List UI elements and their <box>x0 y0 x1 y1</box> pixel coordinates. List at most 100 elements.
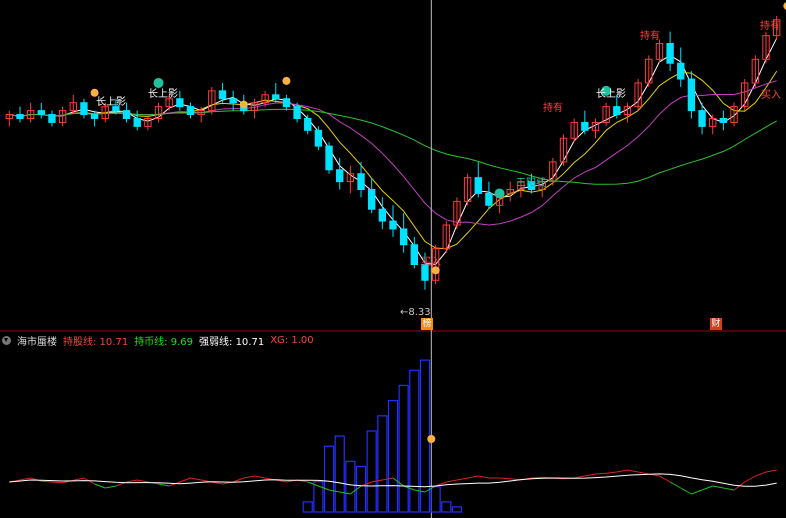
dropdown-icon[interactable] <box>2 335 11 345</box>
indicator-marker-icon <box>427 435 436 443</box>
candle-body <box>80 102 88 116</box>
annotation-buy-1: 买入 <box>421 257 441 268</box>
oscillator-segment <box>606 471 617 474</box>
oscillator-segment <box>137 479 148 483</box>
candle-body <box>399 228 408 246</box>
candle-body <box>122 110 131 119</box>
volume-bar <box>334 435 345 513</box>
oscillator-segment <box>659 475 671 483</box>
candle-body <box>16 114 24 119</box>
candle-body <box>367 189 376 210</box>
annotation-hold-2: 持有 <box>640 31 660 42</box>
candle-body <box>677 62 685 80</box>
volume-bar <box>441 501 452 513</box>
annotation-long-upper-shadow-2: 长上影 <box>148 89 178 100</box>
candle-body <box>698 110 706 127</box>
candle-body <box>90 114 99 119</box>
xg-value: XG: 1.00 <box>270 334 314 346</box>
candle-body <box>336 169 344 183</box>
candle-body <box>48 114 56 123</box>
oscillator-segment <box>584 473 596 477</box>
volume-bar <box>366 430 377 513</box>
oscillator-segment <box>712 485 724 489</box>
volume-bar <box>323 445 335 513</box>
candle-body <box>410 244 419 265</box>
annotation-long-upper-shadow-1: 长上影 <box>96 97 126 108</box>
oscillator-segment <box>616 469 628 473</box>
candle-body <box>37 110 45 116</box>
event-tag-1[interactable]: 榜 <box>421 318 433 330</box>
candle-body <box>229 98 237 104</box>
volume-bar <box>345 460 356 513</box>
oscillator-segment <box>339 491 351 495</box>
oscillator-segment <box>73 477 85 481</box>
candle-body <box>687 78 696 112</box>
oscillator-segment <box>382 477 394 481</box>
volume-bar <box>302 501 313 513</box>
oscillator-segment <box>158 483 170 487</box>
oscillator-segment <box>190 477 202 481</box>
candle-body <box>133 117 141 127</box>
event-tag-2[interactable]: 财 <box>710 318 722 330</box>
low-price-label: ←8.33 <box>400 307 431 318</box>
check-circle-icon <box>494 188 505 199</box>
oscillator-segment <box>595 472 607 475</box>
candle-body <box>325 145 333 171</box>
oscillator-segment <box>126 479 138 483</box>
volume-bar <box>398 384 409 513</box>
oscillator-segment <box>456 477 468 481</box>
candle-body <box>304 117 312 131</box>
chart-canvas <box>0 0 786 518</box>
oscillator-segment <box>414 489 426 493</box>
volume-bar <box>430 486 441 513</box>
oscillator-segment <box>371 479 383 483</box>
hold-stock-value: 持股线: 10.71 <box>63 336 129 348</box>
signal-badge-icon <box>282 76 291 85</box>
oscillator-segment <box>94 483 106 489</box>
oscillator-segment <box>243 475 255 479</box>
oscillator-segment <box>328 489 340 493</box>
annotation-three-yang: 三阳线 <box>516 178 546 189</box>
oscillator-segment <box>638 471 649 475</box>
oscillator-segment <box>350 485 362 495</box>
oscillator-segment <box>765 469 777 473</box>
oscillator-segment <box>392 477 404 487</box>
oscillator-segment <box>701 485 713 491</box>
oscillator-segment <box>499 477 511 480</box>
candle-body <box>474 177 482 194</box>
candle-body <box>378 208 387 222</box>
indicator-name[interactable]: 海市蜃楼 <box>17 333 57 348</box>
candle-body <box>485 192 493 206</box>
candle-body <box>293 106 301 119</box>
stock-chart-window: 海市蜃楼 持股线: 10.71 持币线: 9.69 强弱线: 10.71 XG:… <box>0 0 786 518</box>
oscillator-segment <box>51 481 63 484</box>
candle-body <box>719 117 728 123</box>
annotation-buy-2: 买入 <box>761 90 781 101</box>
oscillator-segment <box>105 485 116 489</box>
oscillator-baseline <box>9 473 777 488</box>
annotation-long-upper-shadow-3: 长上影 <box>596 89 626 100</box>
oscillator-segment <box>467 475 479 479</box>
hold-cash-value: 持币线: 9.69 <box>134 336 194 348</box>
volume-bar <box>419 359 431 513</box>
candle-body <box>314 129 323 147</box>
volume-bar <box>377 415 388 513</box>
ma-trend-line <box>9 108 777 185</box>
oscillator-segment <box>254 475 266 479</box>
oscillator-segment <box>478 475 490 479</box>
candle-body <box>613 106 621 116</box>
candle-body <box>666 43 674 64</box>
oscillator-segment <box>627 469 639 473</box>
signal-badge-icon <box>239 100 248 109</box>
oscillator-segment <box>680 487 692 495</box>
candle-body <box>282 98 291 108</box>
volume-bar <box>387 400 399 513</box>
oscillator-segment <box>755 471 767 477</box>
candle-body <box>218 90 227 100</box>
candle-body <box>581 121 589 131</box>
candle-body <box>272 94 280 100</box>
candle-body <box>186 106 195 116</box>
annotation-hold-3: 持有 <box>760 21 780 32</box>
oscillator-segment <box>179 477 191 483</box>
indicator-header: 海市蜃楼 持股线: 10.71 持币线: 9.69 强弱线: 10.71 XG:… <box>2 333 314 348</box>
